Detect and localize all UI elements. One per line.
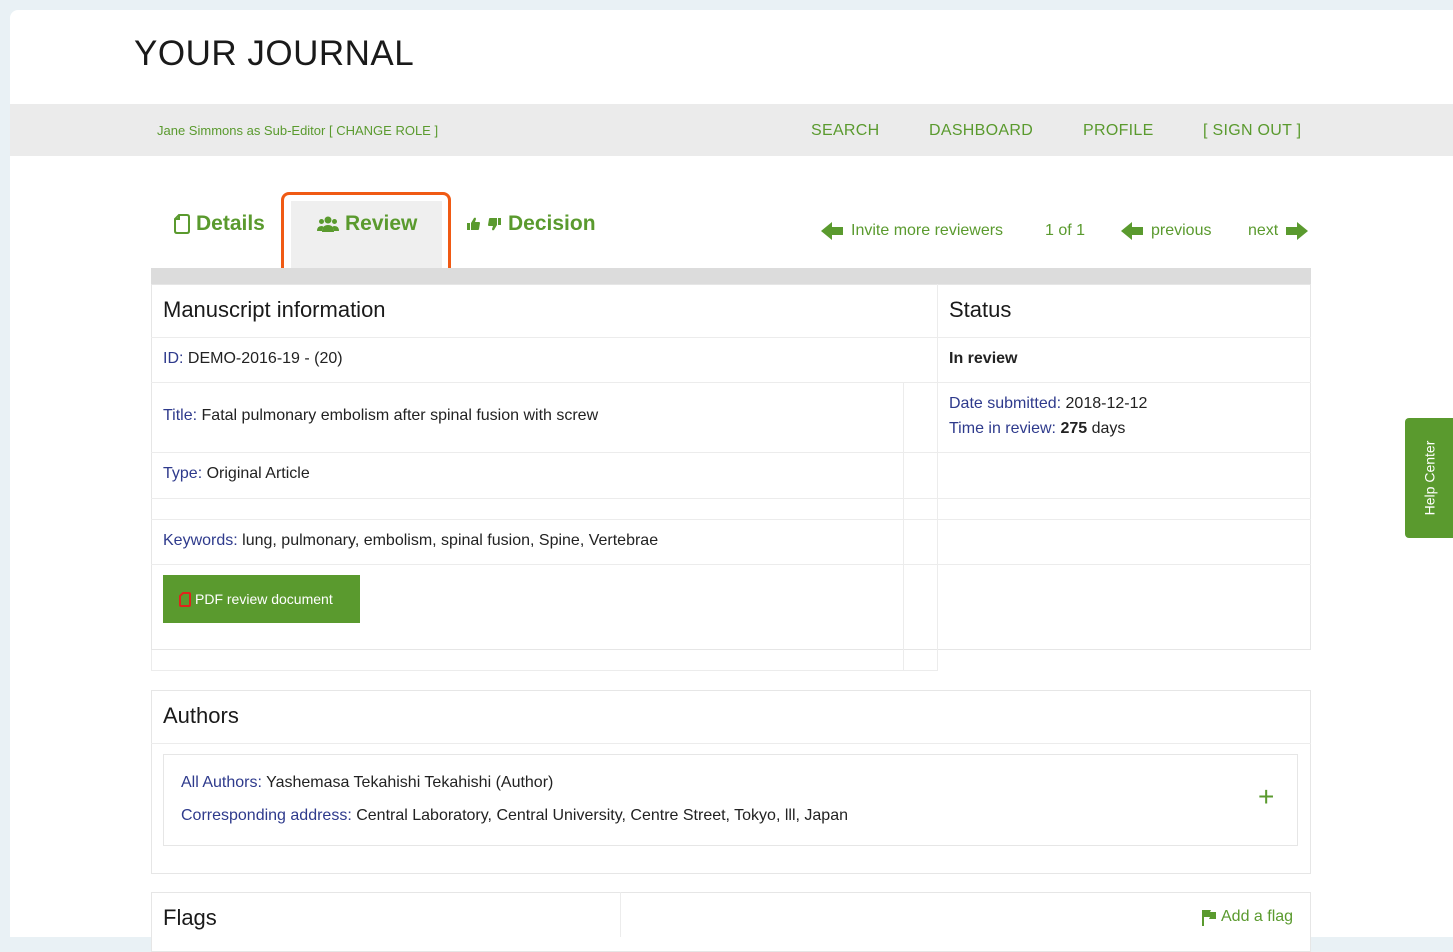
invite-reviewers-link[interactable]: Invite more reviewers <box>821 222 1003 240</box>
invite-reviewers-label: Invite more reviewers <box>851 222 1004 239</box>
row-divider <box>151 519 1311 520</box>
tab-review-label: Review <box>345 212 418 235</box>
column-divider <box>151 650 152 670</box>
row-divider <box>151 337 1311 338</box>
date-value: 2018-12-12 <box>1065 395 1148 412</box>
tab-details[interactable]: Details <box>174 212 265 236</box>
flags-panel <box>151 892 1311 952</box>
arrow-left-icon <box>821 222 843 240</box>
authors-heading: Authors <box>163 703 239 728</box>
manuscript-title: Title: Fatal pulmonary embolism after sp… <box>163 407 598 425</box>
flag-icon <box>1202 909 1216 926</box>
next-link[interactable]: next <box>1248 222 1309 240</box>
user-role-text: Jane Simmons as Sub-Editor <box>157 123 326 138</box>
time-label: Time in review: <box>949 420 1056 437</box>
arrow-left-icon <box>1121 222 1143 240</box>
nav-search[interactable]: SEARCH <box>811 122 879 140</box>
row-divider <box>151 564 1311 565</box>
nav-profile[interactable]: PROFILE <box>1083 122 1154 140</box>
keywords-label: Keywords: <box>163 532 238 549</box>
tab-underline-bar <box>151 268 1311 284</box>
nav-sign-out[interactable]: [ SIGN OUT ] <box>1203 122 1301 140</box>
nav-dashboard[interactable]: DASHBOARD <box>929 122 1033 140</box>
pdf-review-button[interactable]: PDF review document <box>163 575 360 623</box>
expand-authors-button[interactable]: + <box>1258 783 1274 811</box>
type-label: Type: <box>163 465 203 482</box>
column-divider <box>903 383 904 670</box>
pdf-review-label: PDF review document <box>195 591 333 607</box>
address-label: Corresponding address: <box>181 807 352 824</box>
arrow-right-icon <box>1286 222 1309 240</box>
previous-label: previous <box>1151 222 1212 239</box>
keywords-value: lung, pulmonary, embolism, spinal fusion… <box>242 532 659 549</box>
users-icon <box>317 216 339 232</box>
tab-decision-label: Decision <box>508 212 596 235</box>
change-role-link[interactable]: [ CHANGE ROLE ] <box>329 123 438 138</box>
time-value: 275 <box>1060 420 1088 437</box>
manuscript-id: ID: DEMO-2016-19 - (20) <box>163 350 343 368</box>
all-authors: All Authors: Yashemasa Tekahishi Tekahis… <box>181 774 553 792</box>
title-label: Title: <box>163 407 198 424</box>
tab-details-label: Details <box>196 212 265 235</box>
manuscript-type: Type: Original Article <box>163 465 310 483</box>
column-divider <box>620 892 621 937</box>
status-state: In review <box>949 350 1018 367</box>
row-divider <box>151 382 1311 383</box>
top-navigation-bar: Jane Simmons as Sub-Editor [ CHANGE ROLE… <box>10 104 1453 156</box>
date-submitted: Date submitted: 2018-12-12 <box>949 395 1147 413</box>
all-authors-value: Yashemasa Tekahishi Tekahishi (Author) <box>266 774 554 791</box>
id-value: DEMO-2016-19 - (20) <box>187 350 343 367</box>
status-heading: Status <box>949 297 1012 322</box>
all-authors-label: All Authors: <box>181 774 262 791</box>
address-value: Central Laboratory, Central University, … <box>356 807 848 824</box>
journal-title: YOUR JOURNAL <box>134 34 415 73</box>
previous-link[interactable]: previous <box>1121 222 1211 240</box>
row-divider <box>151 498 1311 499</box>
tab-decision[interactable]: Decision <box>466 212 596 236</box>
time-in-review: Time in review: 275 days <box>949 420 1125 438</box>
add-flag-link[interactable]: Add a flag <box>1201 908 1293 926</box>
title-value: Fatal pulmonary embolism after spinal fu… <box>201 407 599 424</box>
row-divider <box>151 670 938 671</box>
add-flag-label: Add a flag <box>1221 908 1294 925</box>
time-unit: days <box>1091 420 1126 437</box>
author-card <box>163 754 1298 846</box>
corresponding-address: Corresponding address: Central Laborator… <box>181 807 848 825</box>
tab-review[interactable]: Review <box>317 212 417 236</box>
id-label: ID: <box>163 350 184 367</box>
manuscript-heading: Manuscript information <box>163 297 386 322</box>
date-label: Date submitted: <box>949 395 1062 412</box>
next-label: next <box>1248 222 1279 239</box>
row-divider <box>151 452 1311 453</box>
column-divider <box>937 284 938 670</box>
pdf-file-icon <box>179 591 191 607</box>
thumbs-up-down-icon <box>467 217 501 231</box>
row-divider <box>151 743 1311 744</box>
help-center-tab[interactable]: Help Center <box>1405 418 1453 538</box>
type-value: Original Article <box>206 465 310 482</box>
help-center-label: Help Center <box>1421 440 1438 516</box>
document-icon <box>174 214 190 234</box>
user-role: Jane Simmons as Sub-Editor [ CHANGE ROLE… <box>157 123 438 138</box>
manuscript-keywords: Keywords: lung, pulmonary, embolism, spi… <box>163 532 658 550</box>
flags-heading: Flags <box>163 905 217 930</box>
pager-count: 1 of 1 <box>1045 222 1086 239</box>
